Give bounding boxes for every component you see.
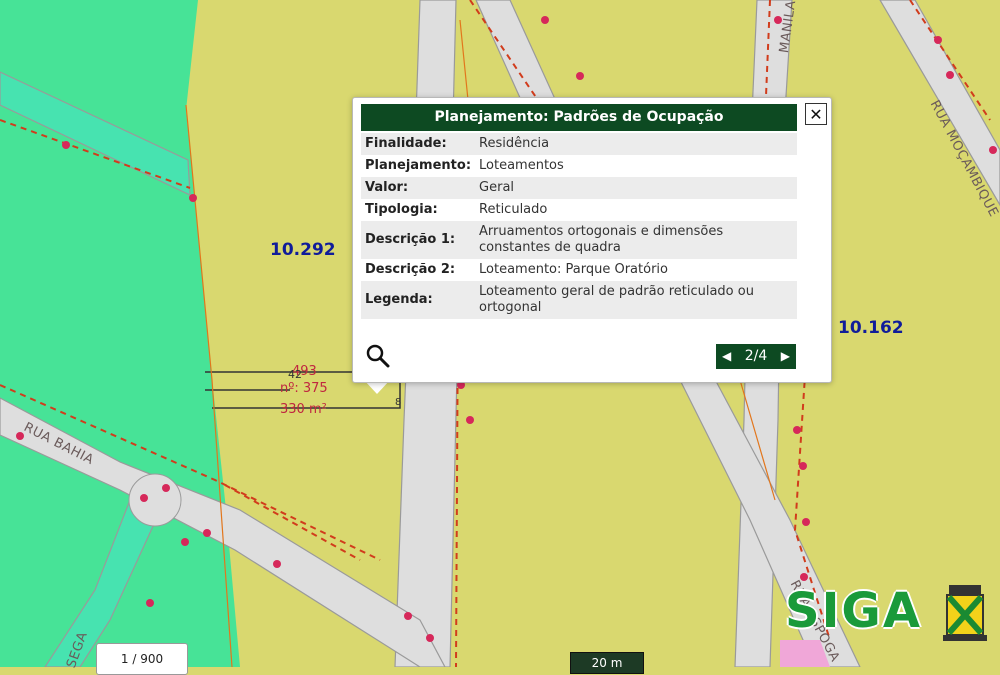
pager-label: 2/4 xyxy=(744,348,768,364)
table-row: Descrição 2: Loteamento: Parque Oratório xyxy=(361,259,797,281)
street-junction xyxy=(128,473,182,527)
table-row: Descrição 1: Arruamentos ortogonais e dim… xyxy=(361,221,797,259)
magnifier-icon[interactable] xyxy=(365,343,391,369)
attribute-key: Planejamento: xyxy=(365,158,472,173)
lot-area: 330 m² xyxy=(280,402,327,417)
info-popup: Planejamento: Padrões de Ocupação ✕ Fina… xyxy=(352,97,832,383)
prev-arrow-icon[interactable]: ◀ xyxy=(722,344,731,369)
attribute-key: Legenda: xyxy=(365,292,433,307)
attribute-table: Finalidade: Residência Planejamento: Lotea… xyxy=(361,133,797,319)
scale-ratio-box[interactable]: 1 / 900 xyxy=(96,643,188,675)
attribute-value: Loteamento geral de padrão reticulado ou… xyxy=(479,284,754,315)
siga-logo: SIGA xyxy=(785,583,990,645)
attribute-value: Arruamentos ortogonais e dimensões const… xyxy=(479,224,724,255)
table-row: Valor: Geral xyxy=(361,177,797,199)
popup-title: Planejamento: Padrões de Ocupação xyxy=(361,104,797,131)
table-row: Finalidade: Residência xyxy=(361,133,797,155)
attribute-key: Valor: xyxy=(365,180,409,195)
attribute-key: Finalidade: xyxy=(365,136,447,151)
scale-bar: 20 m xyxy=(570,652,644,674)
block-label: 10.292 xyxy=(270,240,336,260)
attribute-value: Geral xyxy=(479,180,515,195)
attribute-value: Residência xyxy=(479,136,550,151)
crest-icon xyxy=(943,585,987,641)
attribute-key: Descrição 2: xyxy=(365,262,456,277)
table-row: Legenda: Loteamento geral de padrão retic… xyxy=(361,281,797,319)
lot-side-length: 8 xyxy=(395,397,402,408)
attribute-value: Loteamentos xyxy=(479,158,564,173)
attribute-key: Descrição 1: xyxy=(365,232,456,247)
attribute-key: Tipologia: xyxy=(365,202,438,217)
close-button[interactable]: ✕ xyxy=(805,103,827,125)
attribute-value: Reticulado xyxy=(479,202,548,217)
logo-text: SIGA xyxy=(785,583,922,639)
block-label: 10.162 xyxy=(838,318,904,338)
lot-address: nº: 375 xyxy=(280,381,328,396)
feature-pager: ◀ 2/4 ▶ xyxy=(716,344,796,369)
table-row: Tipologia: Reticulado xyxy=(361,199,797,221)
attribute-value: Loteamento: Parque Oratório xyxy=(479,262,668,277)
next-arrow-icon[interactable]: ▶ xyxy=(781,344,790,369)
table-row: Planejamento: Loteamentos xyxy=(361,155,797,177)
